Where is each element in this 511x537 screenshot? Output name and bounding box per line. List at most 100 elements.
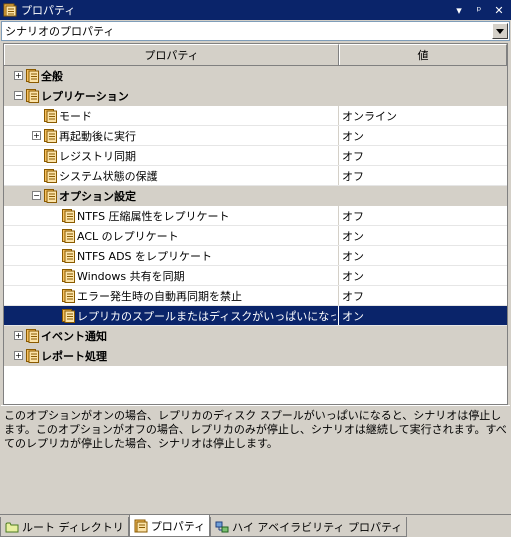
property-icon	[62, 249, 75, 263]
property-icon	[62, 229, 75, 243]
property-name-cell[interactable]: + レポート処理	[4, 346, 339, 365]
properties-icon	[134, 519, 148, 532]
property-description: このオプションがオンの場合、レプリカのディスク スプールがいっぱいになると、シナ…	[1, 405, 510, 513]
expand-icon[interactable]: +	[14, 351, 23, 360]
property-label: システム状態の保護	[59, 169, 158, 183]
property-label: レプリケーション	[41, 89, 129, 103]
property-icon	[26, 329, 39, 343]
property-group-row[interactable]: − オプション設定	[4, 186, 507, 206]
property-group-row[interactable]: − レプリケーション	[4, 86, 507, 106]
expand-icon[interactable]: +	[32, 131, 41, 140]
property-name-cell[interactable]: + 再起動後に実行	[4, 126, 339, 145]
column-header-value[interactable]: 値	[339, 44, 507, 65]
property-row[interactable]: NTFS 圧縮属性をレプリケート オフ	[4, 206, 507, 226]
property-group-row[interactable]: + レポート処理	[4, 346, 507, 366]
property-row[interactable]: レプリカのスプールまたはディスクがいっぱいになったらシ...オン	[4, 306, 507, 326]
property-icon	[26, 69, 39, 83]
property-row[interactable]: NTFS ADS をレプリケート オン	[4, 246, 507, 266]
property-value-cell[interactable]: オンライン	[339, 106, 507, 125]
property-label: モード	[59, 109, 92, 123]
property-name-cell[interactable]: − オプション設定	[4, 186, 339, 205]
property-value-cell[interactable]: オフ	[339, 206, 507, 225]
property-name-cell[interactable]: + 全般	[4, 66, 339, 85]
property-name-cell[interactable]: − レプリケーション	[4, 86, 339, 105]
property-icon	[44, 129, 57, 143]
window-title: プロパティ	[21, 4, 76, 17]
scenario-select-value: シナリオのプロパティ	[5, 25, 115, 38]
property-icon	[62, 209, 75, 223]
property-name-cell[interactable]: モード	[4, 106, 339, 125]
tab-root-directory[interactable]: ルート ディレクトリ	[0, 517, 129, 537]
property-value-cell[interactable]: オン	[339, 266, 507, 285]
property-label: エラー発生時の自動再同期を禁止	[77, 289, 242, 303]
property-row[interactable]: + 再起動後に実行 オン	[4, 126, 507, 146]
property-name-cell[interactable]: NTFS ADS をレプリケート	[4, 246, 339, 265]
dropdown-arrow-icon[interactable]: ▾	[453, 4, 465, 17]
bottom-tab-bar: ルート ディレクトリ プロパティ ハイ アベイラビリティ プロパティ	[0, 514, 511, 537]
ha-properties-icon	[215, 521, 229, 532]
property-icon	[44, 189, 57, 203]
tab-label: ルート ディレクトリ	[22, 520, 124, 534]
tab-label: プロパティ	[150, 519, 206, 533]
property-row[interactable]: エラー発生時の自動再同期を禁止 オフ	[4, 286, 507, 306]
property-label: Windows 共有を同期	[77, 269, 185, 283]
column-header-property[interactable]: プロパティ	[4, 44, 339, 65]
property-name-cell[interactable]: NTFS 圧縮属性をレプリケート	[4, 206, 339, 225]
property-grid: プロパティ 値 + 全般 − レプリケーション モード オンライン + 再起動後に実行 オン レジ…	[3, 43, 508, 405]
property-value-cell[interactable]: オン	[339, 306, 507, 325]
property-name-cell[interactable]: + イベント通知	[4, 326, 339, 345]
properties-icon	[3, 3, 17, 17]
property-value-cell[interactable]: オフ	[339, 146, 507, 165]
property-name-cell[interactable]: レプリカのスプールまたはディスクがいっぱいになったらシ...	[4, 306, 339, 325]
property-row[interactable]: レジストリ同期 オフ	[4, 146, 507, 166]
property-name-cell[interactable]: Windows 共有を同期	[4, 266, 339, 285]
property-value-cell[interactable]: オン	[339, 246, 507, 265]
pin-icon[interactable]: ᵖ	[473, 4, 485, 17]
grid-header: プロパティ 値	[4, 44, 507, 66]
property-label: レジストリ同期	[59, 149, 136, 163]
property-label: 全般	[41, 69, 63, 83]
property-row[interactable]: ACL のレプリケート オン	[4, 226, 507, 246]
property-name-cell[interactable]: システム状態の保護	[4, 166, 339, 185]
property-value-cell[interactable]: オン	[339, 126, 507, 145]
property-icon	[44, 109, 57, 123]
property-label: NTFS 圧縮属性をレプリケート	[77, 209, 230, 223]
property-label: NTFS ADS をレプリケート	[77, 249, 213, 263]
property-value-cell[interactable]: オン	[339, 226, 507, 245]
property-name-cell[interactable]: レジストリ同期	[4, 146, 339, 165]
scenario-select[interactable]: シナリオのプロパティ	[1, 21, 510, 41]
property-value-cell[interactable]: オフ	[339, 166, 507, 185]
property-group-row[interactable]: + イベント通知	[4, 326, 507, 346]
property-icon	[26, 349, 39, 363]
expand-icon[interactable]: +	[14, 71, 23, 80]
property-value-cell[interactable]: オフ	[339, 286, 507, 305]
property-icon	[62, 309, 75, 323]
close-icon[interactable]: ✕	[493, 4, 505, 17]
property-label: レプリカのスプールまたはディスクがいっぱいになったらシ...	[77, 309, 336, 323]
property-name-cell[interactable]: ACL のレプリケート	[4, 226, 339, 245]
property-group-row[interactable]: + 全般	[4, 66, 507, 86]
property-icon	[26, 89, 39, 103]
property-label: ACL のレプリケート	[77, 229, 179, 243]
collapse-icon[interactable]: −	[32, 191, 41, 200]
collapse-icon[interactable]: −	[14, 91, 23, 100]
property-label: イベント通知	[41, 329, 107, 343]
property-icon	[62, 289, 75, 303]
grid-body: + 全般 − レプリケーション モード オンライン + 再起動後に実行 オン レジストリ同期 オフシ…	[4, 66, 507, 366]
property-icon	[44, 149, 57, 163]
property-row[interactable]: Windows 共有を同期 オン	[4, 266, 507, 286]
expand-icon[interactable]: +	[14, 331, 23, 340]
property-row[interactable]: システム状態の保護 オフ	[4, 166, 507, 186]
property-label: オプション設定	[59, 189, 136, 203]
property-label: レポート処理	[41, 349, 107, 363]
tab-label: ハイ アベイラビリティ プロパティ	[232, 520, 403, 534]
title-bar: プロパティ ▾ ᵖ ✕	[0, 0, 511, 20]
property-label: 再起動後に実行	[59, 129, 136, 143]
tab-high-availability-properties[interactable]: ハイ アベイラビリティ プロパティ	[210, 517, 408, 537]
tab-properties[interactable]: プロパティ	[128, 515, 211, 537]
property-icon	[44, 169, 57, 183]
property-row[interactable]: モード オンライン	[4, 106, 507, 126]
chevron-down-icon[interactable]	[492, 23, 508, 39]
property-name-cell[interactable]: エラー発生時の自動再同期を禁止	[4, 286, 339, 305]
folder-icon	[5, 522, 19, 532]
